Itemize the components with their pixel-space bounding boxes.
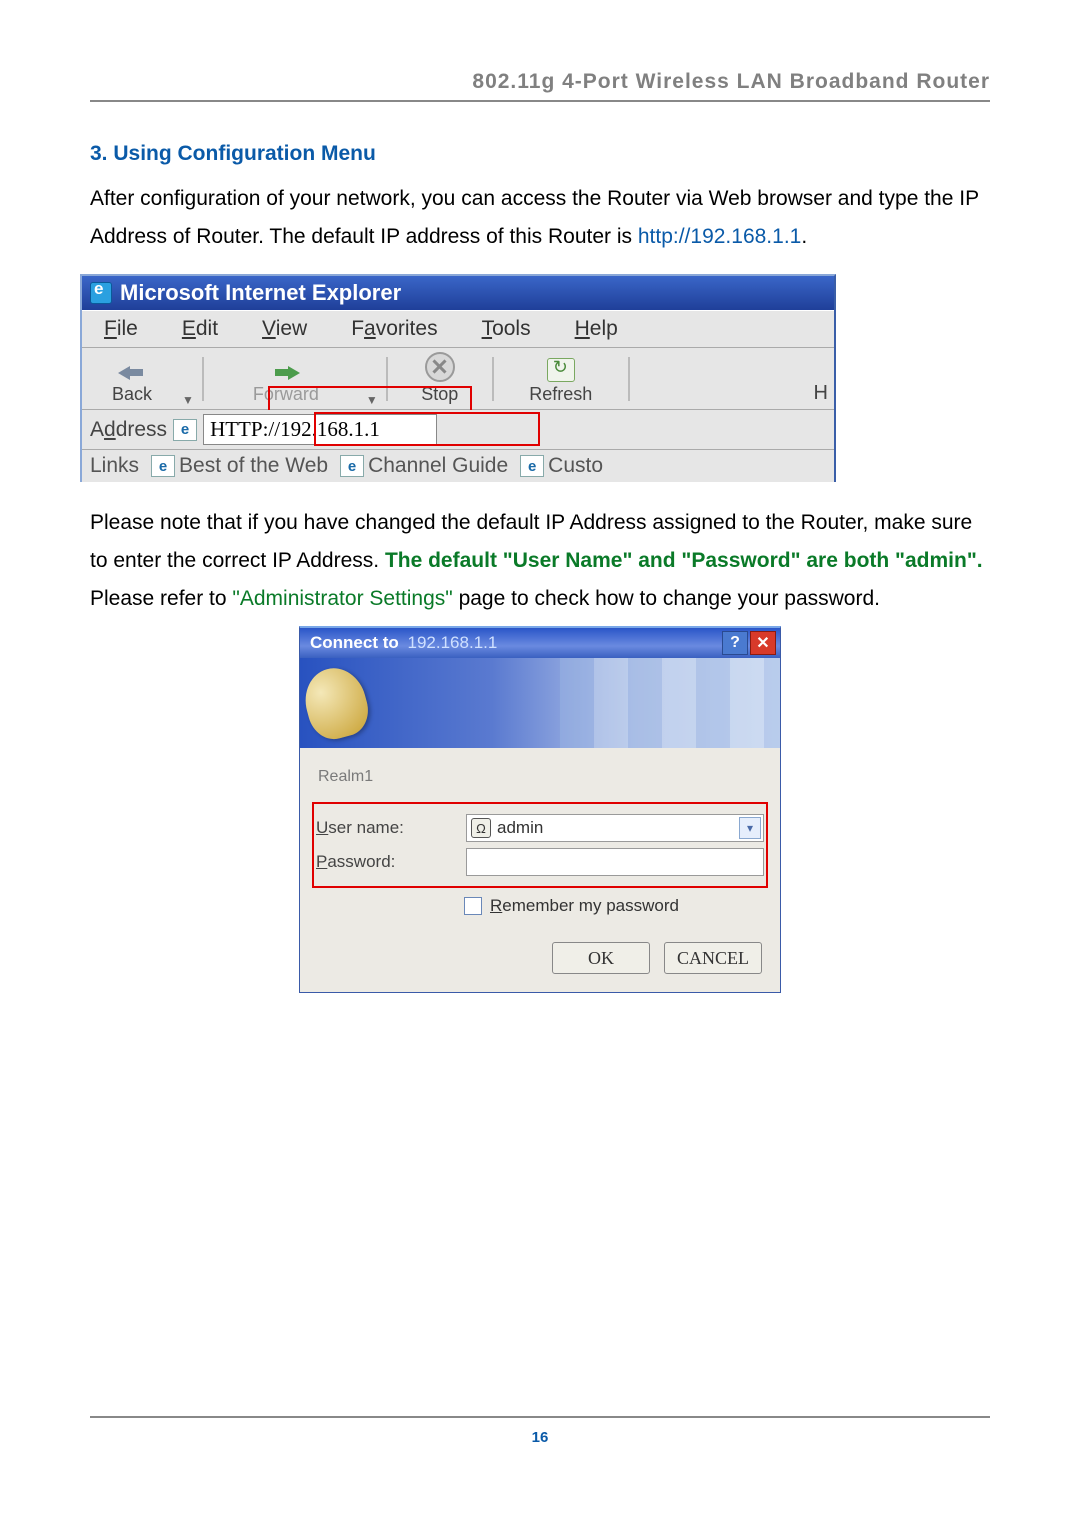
user-icon: Ω bbox=[471, 818, 491, 838]
ie-title: Microsoft Internet Explorer bbox=[120, 280, 401, 306]
close-button[interactable]: ✕ bbox=[750, 631, 776, 655]
remember-row[interactable]: Remember my password bbox=[464, 896, 766, 916]
p2b: Please refer to bbox=[90, 587, 232, 610]
intro-paragraph: After configuration of your network, you… bbox=[90, 180, 990, 256]
note-paragraph: Please note that if you have changed the… bbox=[90, 504, 990, 618]
menu-view[interactable]: View bbox=[240, 311, 329, 347]
dialog-body: Realm1 User name: Ω admin ▾ Password: bbox=[300, 748, 780, 992]
remember-label: Remember my password bbox=[490, 896, 679, 916]
ie-titlebar: Microsoft Internet Explorer bbox=[82, 276, 834, 310]
credentials-highlight: User name: Ω admin ▾ Password: bbox=[314, 804, 766, 886]
ok-button[interactable]: OK bbox=[552, 942, 650, 974]
ie-logo-icon bbox=[90, 282, 112, 304]
username-field[interactable]: Ω admin ▾ bbox=[466, 814, 764, 842]
connect-dialog: Connect to 192.168.1.1 ? ✕ Realm1 User n… bbox=[299, 626, 781, 993]
link-icon: e bbox=[151, 455, 175, 477]
remember-checkbox[interactable] bbox=[464, 897, 482, 915]
link-channel-guide[interactable]: eChannel Guide bbox=[340, 454, 508, 478]
password-field[interactable] bbox=[466, 848, 764, 876]
menu-help[interactable]: Help bbox=[553, 311, 640, 347]
cancel-button[interactable]: CANCEL bbox=[664, 942, 762, 974]
page-number: 16 bbox=[0, 1429, 1080, 1446]
help-button[interactable]: ? bbox=[722, 631, 748, 655]
ie-toolbar: Back ▼ Forward ▼ Stop Refresh H bbox=[82, 348, 834, 410]
home-partial[interactable]: H bbox=[814, 382, 828, 405]
dialog-buttons: OK CANCEL bbox=[314, 942, 766, 974]
link1-text: Best of the Web bbox=[179, 454, 328, 478]
menu-favorites[interactable]: Favorites bbox=[329, 311, 459, 347]
footer-rule bbox=[90, 1416, 990, 1418]
links-label: Links bbox=[90, 454, 139, 478]
password-label: Password: bbox=[316, 852, 466, 872]
back-arrow-icon bbox=[114, 362, 150, 382]
back-button[interactable]: Back bbox=[88, 360, 176, 407]
p2-bold: The default "User Name" and "Password" a… bbox=[385, 549, 983, 572]
link-best-of-web[interactable]: eBest of the Web bbox=[151, 454, 328, 478]
back-label: Back bbox=[112, 384, 152, 405]
toolbar-separator-3 bbox=[492, 357, 494, 401]
password-row: Password: bbox=[316, 848, 764, 876]
section-title: 3. Using Configuration Menu bbox=[90, 142, 990, 166]
menu-tools[interactable]: Tools bbox=[460, 311, 553, 347]
link2-text: Channel Guide bbox=[368, 454, 508, 478]
link-icon: e bbox=[340, 455, 364, 477]
refresh-label: Refresh bbox=[529, 384, 592, 405]
realm-text: Realm1 bbox=[318, 768, 766, 786]
ie-menubar: File Edit View Favorites Tools Help bbox=[82, 310, 834, 348]
link-custo[interactable]: eCusto bbox=[520, 454, 603, 478]
p2c: page to check how to change your passwor… bbox=[453, 587, 880, 610]
menu-edit[interactable]: Edit bbox=[160, 311, 240, 347]
p1b: . bbox=[801, 225, 807, 248]
dialog-title-ip: 192.168.1.1 bbox=[408, 633, 498, 652]
dialog-title: Connect to bbox=[310, 633, 399, 652]
refresh-button[interactable]: Refresh bbox=[502, 356, 620, 407]
stop-icon bbox=[425, 352, 455, 382]
keys-icon bbox=[298, 661, 374, 744]
ie-address-bar: Address e HTTP://192.168.1.1 bbox=[82, 410, 834, 450]
back-dropdown-icon[interactable]: ▼ bbox=[182, 393, 194, 407]
page-icon: e bbox=[173, 419, 197, 441]
forward-arrow-icon bbox=[268, 362, 304, 382]
toolbar-separator bbox=[202, 357, 204, 401]
dialog-titlebar: Connect to 192.168.1.1 ? ✕ bbox=[300, 628, 780, 658]
banner-bars bbox=[560, 658, 780, 748]
address-label: Address bbox=[90, 418, 167, 442]
p2-green: "Administrator Settings" bbox=[232, 587, 452, 610]
p1a: After configuration of your network, you… bbox=[90, 187, 979, 248]
link3-text: Custo bbox=[548, 454, 603, 478]
ie-window: Microsoft Internet Explorer File Edit Vi… bbox=[80, 274, 836, 482]
forward-button: Forward bbox=[212, 360, 360, 407]
doc-header: 802.11g 4-Port Wireless LAN Broadband Ro… bbox=[90, 70, 990, 102]
link-icon: e bbox=[520, 455, 544, 477]
toolbar-separator-4 bbox=[628, 357, 630, 401]
refresh-icon bbox=[547, 358, 575, 382]
default-ip-link[interactable]: http://192.168.1.1 bbox=[638, 225, 801, 248]
username-label: User name: bbox=[316, 818, 466, 838]
username-row: User name: Ω admin ▾ bbox=[316, 814, 764, 842]
ie-links-bar: Links eBest of the Web eChannel Guide eC… bbox=[82, 450, 834, 482]
username-dropdown-icon[interactable]: ▾ bbox=[739, 817, 761, 839]
dialog-banner bbox=[300, 658, 780, 748]
menu-file[interactable]: File bbox=[82, 311, 160, 347]
username-value: admin bbox=[497, 818, 543, 838]
